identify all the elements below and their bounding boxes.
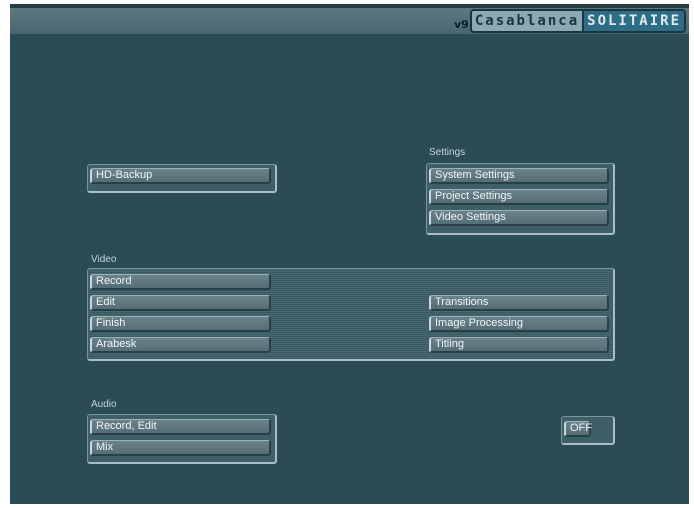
- edit-button[interactable]: Edit: [90, 295, 271, 311]
- audio-panel: Record, Edit Mix: [87, 414, 277, 464]
- system-settings-button[interactable]: System Settings: [429, 168, 609, 184]
- hd-backup-panel: HD-Backup: [87, 164, 277, 193]
- audio-record-edit-button[interactable]: Record, Edit: [90, 419, 271, 435]
- video-settings-button[interactable]: Video Settings: [429, 210, 609, 226]
- finish-button[interactable]: Finish: [90, 316, 271, 332]
- image-processing-button[interactable]: Image Processing: [429, 316, 609, 332]
- record-button[interactable]: Record: [90, 274, 271, 290]
- top-bar-edge: [10, 4, 689, 8]
- titling-button[interactable]: Titling: [429, 337, 609, 353]
- hd-backup-button[interactable]: HD-Backup: [90, 168, 271, 184]
- video-panel: Record Edit Finish Arabesk Transitions I…: [87, 268, 615, 361]
- mix-button[interactable]: Mix: [90, 440, 271, 456]
- settings-panel: System Settings Project Settings Video S…: [426, 163, 615, 235]
- audio-heading: Audio: [91, 399, 117, 410]
- logo-version: v9: [454, 18, 469, 31]
- settings-heading: Settings: [429, 147, 466, 158]
- casablanca-logo: v9 Casablanca SOLITAIRE: [454, 9, 686, 33]
- logo-name: Casablanca: [469, 9, 585, 33]
- logo-product: SOLITAIRE: [584, 9, 686, 33]
- project-settings-button[interactable]: Project Settings: [429, 189, 609, 205]
- off-toggle-panel: OFF: [561, 416, 615, 445]
- main-screen: v9 Casablanca SOLITAIRE HD-Backup Settin…: [10, 4, 689, 504]
- top-bar: v9 Casablanca SOLITAIRE: [10, 4, 689, 34]
- video-heading: Video: [91, 254, 117, 265]
- transitions-button[interactable]: Transitions: [429, 295, 609, 311]
- off-toggle-button[interactable]: OFF: [564, 421, 592, 437]
- arabesk-button[interactable]: Arabesk: [90, 337, 271, 353]
